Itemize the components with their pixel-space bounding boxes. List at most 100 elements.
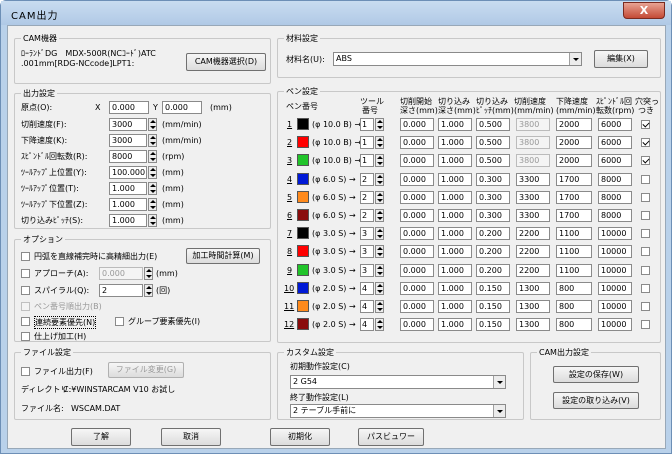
pen-color-swatch[interactable]: [297, 263, 309, 276]
output-setting-spinner[interactable]: [148, 214, 157, 227]
output-setting-input[interactable]: 1.000: [109, 182, 147, 195]
pen-start-depth-input[interactable]: 0.000: [400, 118, 434, 131]
pen-hole-checkbox[interactable]: [641, 302, 650, 311]
pen-tool-number-spinner[interactable]: [375, 154, 384, 168]
pen-spindle-input[interactable]: 6000: [598, 154, 632, 168]
save-settings-button[interactable]: 設定の保存(W): [553, 366, 639, 383]
pen-down-speed-input[interactable]: 800: [556, 300, 592, 313]
pen-hole-checkbox[interactable]: [641, 320, 650, 330]
pen-start-depth-input[interactable]: 0.000: [400, 281, 434, 295]
pen-color-swatch[interactable]: [297, 118, 309, 130]
pen-cut-speed-input[interactable]: 3800: [516, 118, 550, 131]
pen-hole-checkbox[interactable]: [641, 265, 650, 275]
pen-cut-pitch-input[interactable]: 0.150: [476, 300, 510, 313]
pen-hole-checkbox[interactable]: [641, 174, 650, 184]
pen-cut-pitch-input[interactable]: 0.300: [476, 209, 510, 222]
load-settings-button[interactable]: 設定の取り込み(V): [553, 392, 639, 409]
pen-down-speed-input[interactable]: 1700: [556, 209, 592, 222]
pen-cut-speed-input[interactable]: 3300: [516, 172, 550, 186]
pen-tool-number-input[interactable]: 2: [360, 190, 374, 204]
spiral-spinner[interactable]: [144, 284, 153, 297]
pen-cut-speed-input[interactable]: 3300: [516, 209, 550, 222]
finish-checkbox[interactable]: [21, 332, 30, 341]
pen-spindle-input[interactable]: 8000: [598, 172, 632, 186]
pen-start-depth-input[interactable]: 0.000: [400, 227, 434, 241]
pen-tool-number-input[interactable]: 1: [360, 118, 374, 131]
end-action-select[interactable]: 2 テーブル手前に: [290, 404, 506, 418]
pen-spindle-input[interactable]: 8000: [598, 190, 632, 204]
cancel-button[interactable]: 取消: [161, 428, 221, 446]
pen-hole-checkbox[interactable]: [641, 229, 650, 239]
pen-down-speed-input[interactable]: 2000: [556, 136, 592, 150]
material-select[interactable]: ABS: [333, 52, 582, 66]
pen-cut-depth-input[interactable]: 1.000: [438, 209, 472, 222]
spiral-input[interactable]: 2: [99, 284, 143, 297]
pen-color-swatch[interactable]: [297, 190, 309, 203]
output-setting-spinner[interactable]: [148, 198, 157, 211]
pen-cut-depth-input[interactable]: 1.000: [438, 300, 472, 313]
pen-down-speed-input[interactable]: 2000: [556, 154, 592, 168]
pen-spindle-input[interactable]: 10000: [598, 281, 632, 295]
file-change-button[interactable]: ファイル変更(G): [108, 362, 184, 378]
pen-down-speed-input[interactable]: 2000: [556, 118, 592, 131]
pen-cut-pitch-input[interactable]: 0.500: [476, 118, 510, 131]
pen-cut-pitch-input[interactable]: 0.150: [476, 281, 510, 295]
pen-cut-pitch-input[interactable]: 0.500: [476, 154, 510, 168]
pen-down-speed-input[interactable]: 1700: [556, 172, 592, 186]
pen-tool-number-spinner[interactable]: [375, 227, 384, 241]
pen-cut-pitch-input[interactable]: 0.200: [476, 227, 510, 241]
pen-hole-checkbox[interactable]: [641, 211, 650, 220]
pen-tool-number-input[interactable]: 3: [360, 227, 374, 241]
pen-color-swatch[interactable]: [297, 318, 309, 331]
path-viewer-button[interactable]: パスビュワー: [358, 428, 424, 446]
pen-cut-depth-input[interactable]: 1.000: [438, 172, 472, 186]
pen-cut-pitch-input[interactable]: 0.200: [476, 263, 510, 277]
pen-tool-number-spinner[interactable]: [375, 190, 384, 204]
pen-tool-number-input[interactable]: 3: [360, 245, 374, 259]
pen-down-speed-input[interactable]: 800: [556, 281, 592, 295]
pen-cut-depth-input[interactable]: 1.000: [438, 318, 472, 332]
pen-tool-number-input[interactable]: 4: [360, 300, 374, 313]
pen-color-swatch[interactable]: [297, 172, 309, 185]
approach-input[interactable]: 0.000: [99, 267, 143, 280]
pen-color-swatch[interactable]: [297, 136, 309, 149]
pen-cut-depth-input[interactable]: 1.000: [438, 154, 472, 168]
pen-cut-pitch-input[interactable]: 0.300: [476, 190, 510, 204]
pen-cut-depth-input[interactable]: 1.000: [438, 227, 472, 241]
ok-button[interactable]: 了解: [71, 428, 131, 446]
pen-tool-number-input[interactable]: 2: [360, 172, 374, 186]
pen-cut-speed-input[interactable]: 1300: [516, 300, 550, 313]
pen-hole-checkbox[interactable]: [641, 138, 650, 148]
pen-start-depth-input[interactable]: 0.000: [400, 172, 434, 186]
pen-cut-pitch-input[interactable]: 0.300: [476, 172, 510, 186]
pen-tool-number-spinner[interactable]: [375, 318, 384, 332]
pen-cut-pitch-input[interactable]: 0.150: [476, 318, 510, 332]
pen-cut-depth-input[interactable]: 1.000: [438, 245, 472, 259]
pen-spindle-input[interactable]: 8000: [598, 209, 632, 222]
pen-tool-number-spinner[interactable]: [375, 263, 384, 277]
initial-action-select[interactable]: 2 G54: [290, 375, 506, 389]
output-setting-spinner[interactable]: [148, 166, 157, 179]
pen-down-speed-input[interactable]: 1700: [556, 190, 592, 204]
chevron-down-icon[interactable]: [493, 376, 505, 388]
approach-checkbox[interactable]: [21, 269, 30, 278]
pen-start-depth-input[interactable]: 0.000: [400, 300, 434, 313]
pen-color-swatch[interactable]: [297, 154, 309, 167]
output-setting-input[interactable]: 1.000: [109, 214, 147, 227]
pen-tool-number-spinner[interactable]: [375, 118, 384, 131]
pen-start-depth-input[interactable]: 0.000: [400, 136, 434, 150]
approach-spinner[interactable]: [144, 267, 153, 280]
output-setting-input[interactable]: 1.000: [109, 198, 147, 211]
pen-tool-number-spinner[interactable]: [375, 172, 384, 186]
pen-tool-number-spinner[interactable]: [375, 136, 384, 150]
output-setting-spinner[interactable]: [148, 150, 157, 163]
pen-down-speed-input[interactable]: 1100: [556, 227, 592, 241]
pen-down-speed-input[interactable]: 1100: [556, 245, 592, 259]
pen-cut-depth-input[interactable]: 1.000: [438, 263, 472, 277]
output-setting-spinner[interactable]: [148, 118, 157, 131]
output-setting-input[interactable]: 3000: [109, 118, 147, 131]
pen-spindle-input[interactable]: 10000: [598, 300, 632, 313]
output-setting-input[interactable]: 8000: [109, 150, 147, 163]
pen-cut-speed-input[interactable]: 2200: [516, 227, 550, 241]
pen-cut-depth-input[interactable]: 1.000: [438, 281, 472, 295]
